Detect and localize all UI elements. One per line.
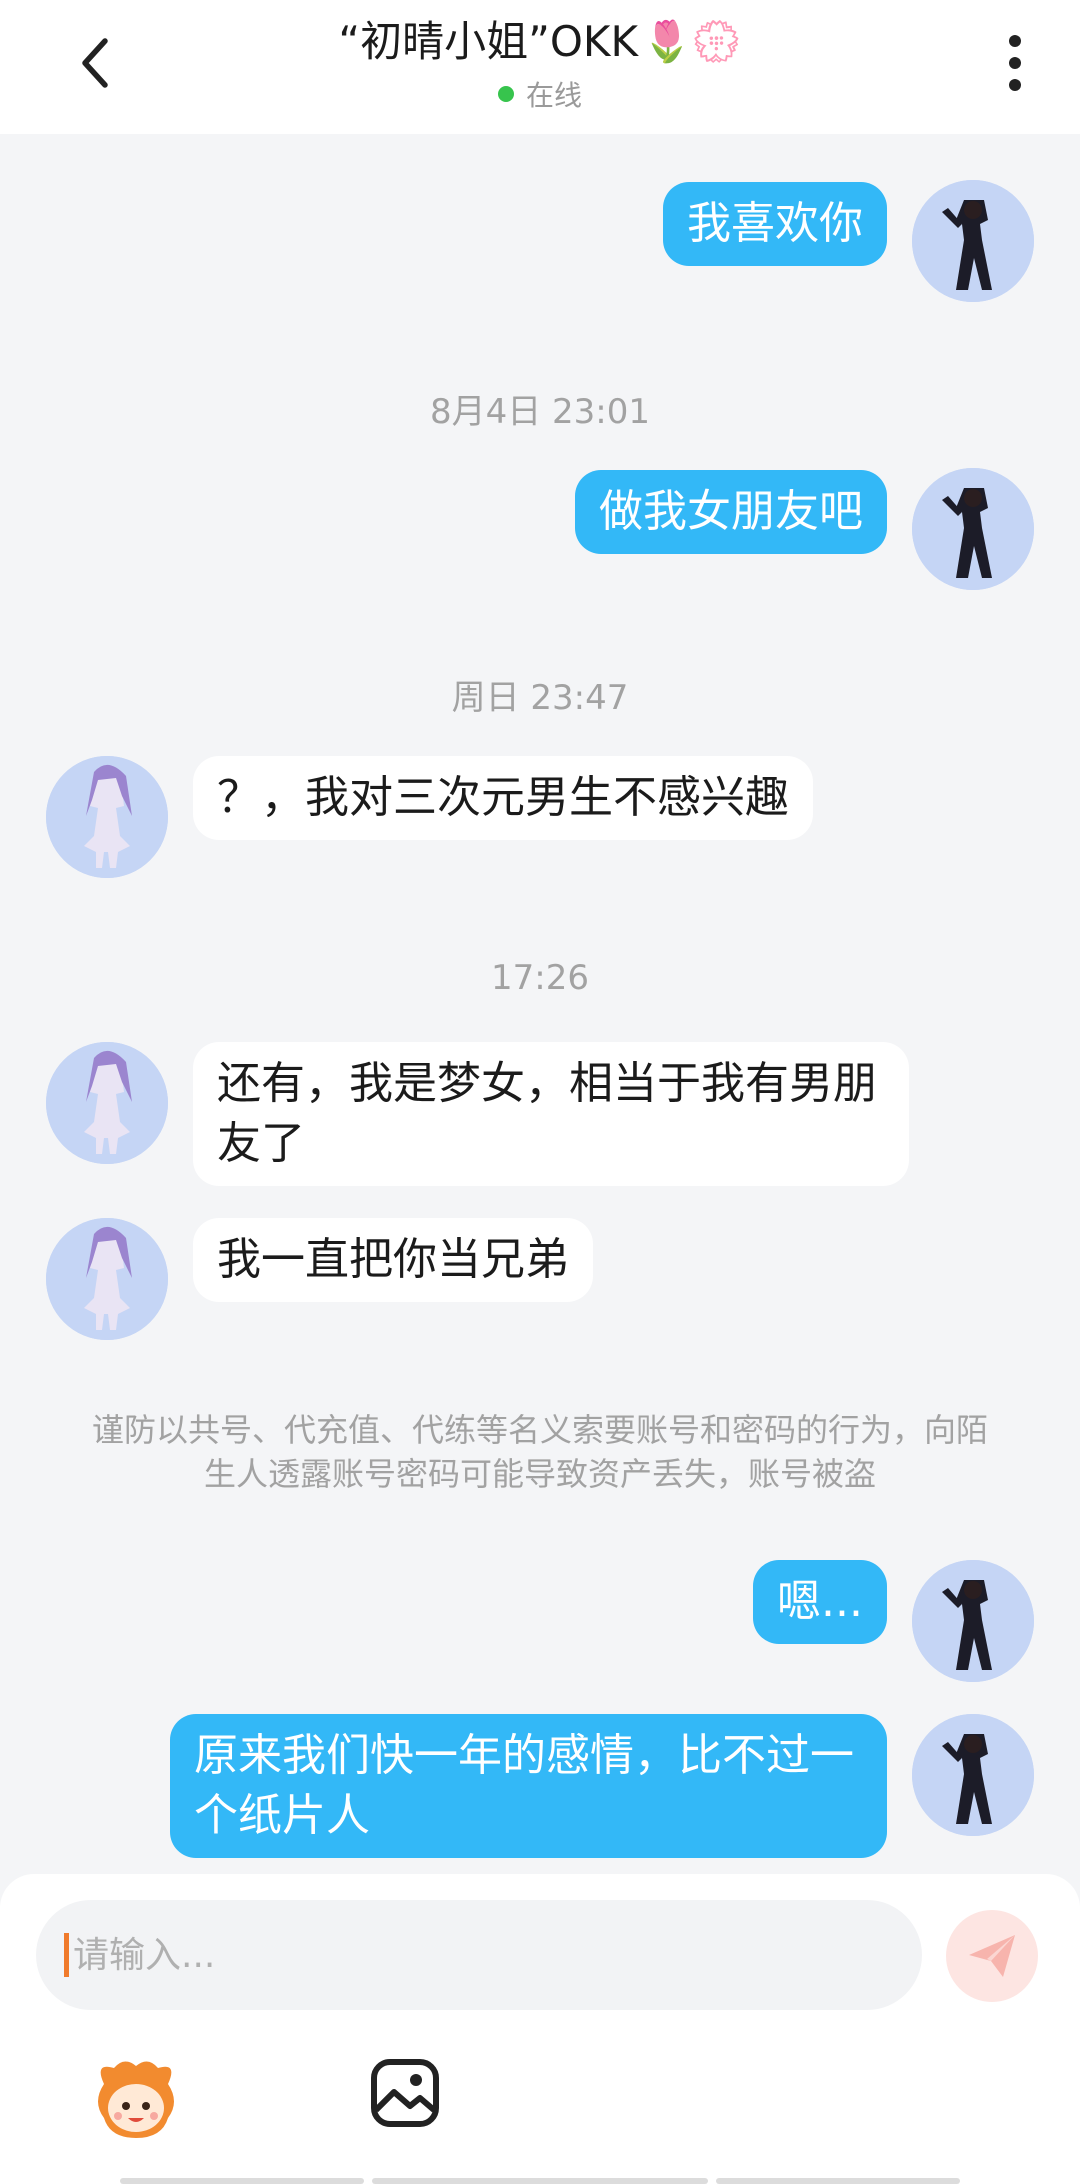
contact-avatar[interactable]	[46, 1042, 168, 1164]
contact-avatar[interactable]	[46, 756, 168, 878]
chat-header: “初晴小姐”OKK 🌷💮 在线	[0, 0, 1080, 134]
timestamp-label: 17:26	[491, 958, 589, 998]
my-avatar[interactable]	[912, 468, 1034, 590]
more-options-button[interactable]	[980, 28, 1050, 98]
more-vertical-icon	[1009, 35, 1021, 91]
message-bubble-received[interactable]: 还有，我是梦女，相当于我有男朋友了	[193, 1042, 909, 1186]
image-icon	[371, 2059, 439, 2127]
chevron-left-icon	[82, 38, 108, 88]
online-status-dot	[497, 86, 514, 102]
my-avatar[interactable]	[912, 1560, 1034, 1682]
chat-title-area[interactable]: “初晴小姐”OKK 🌷💮 在线	[200, 12, 880, 114]
my-avatar[interactable]	[912, 180, 1034, 302]
contact-avatar[interactable]	[46, 1218, 168, 1340]
message-input-box[interactable]	[36, 1900, 922, 2010]
bottom-tab-indicator	[372, 2178, 708, 2184]
chat-title: “初晴小姐”OKK	[338, 17, 639, 66]
message-bubble-received[interactable]: 我一直把你当兄弟	[193, 1218, 593, 1302]
image-picker-button[interactable]	[368, 2056, 442, 2130]
message-bubble-sent[interactable]: 我喜欢你	[663, 182, 887, 266]
input-panel	[0, 1874, 1080, 2184]
send-icon	[969, 1935, 1015, 1977]
message-bubble-sent[interactable]: 嗯...	[753, 1560, 887, 1644]
sticker-face-icon	[98, 2061, 174, 2138]
timestamp-label: 8月4日 23:01	[429, 392, 651, 432]
security-notice: 谨防以共号、代充值、代练等名义索要账号和密码的行为，向陌生人透露账号密码可能导致…	[91, 1411, 988, 1493]
timestamp-label: 周日 23:47	[451, 678, 629, 718]
bottom-tab-indicator	[120, 2178, 364, 2184]
message-bubble-received[interactable]: ？，我对三次元男生不感兴趣	[193, 756, 813, 840]
bottom-tab-indicator	[716, 2178, 960, 2184]
online-status-text: 在线	[525, 79, 582, 112]
message-bubble-sent[interactable]: 原来我们快一年的感情，比不过一个纸片人	[170, 1714, 887, 1858]
send-button[interactable]	[946, 1910, 1038, 2002]
title-emoji: 🌷💮	[642, 19, 742, 65]
message-list[interactable]: 我喜欢你 8月4日 23:01 做我女朋友吧 周日 23:47 ？，我对三次元男…	[0, 134, 1080, 1874]
sticker-button[interactable]	[90, 2054, 182, 2146]
message-bubble-sent[interactable]: 做我女朋友吧	[575, 470, 887, 554]
text-caret	[64, 1933, 69, 1977]
message-input[interactable]	[71, 1933, 855, 1977]
my-avatar[interactable]	[912, 1714, 1034, 1836]
back-button[interactable]	[60, 28, 130, 98]
